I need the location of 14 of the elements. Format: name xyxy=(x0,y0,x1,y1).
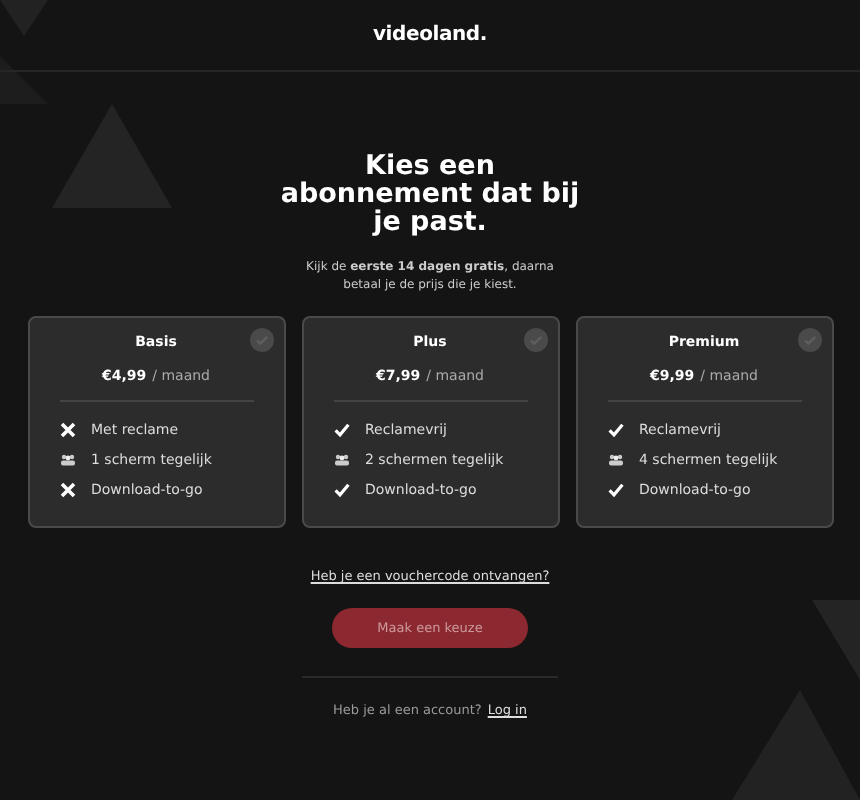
cross-icon xyxy=(59,481,75,497)
check-circle-icon xyxy=(249,328,273,352)
check-icon xyxy=(333,421,349,437)
people-icon xyxy=(333,453,349,465)
check-circle-icon xyxy=(797,328,821,352)
check-icon xyxy=(333,481,349,497)
check-icon xyxy=(607,421,623,437)
check-icon xyxy=(607,481,623,497)
cross-icon xyxy=(59,421,75,437)
page-title: Kies een abonnement dat bij je past. xyxy=(278,152,582,236)
people-icon xyxy=(59,453,75,465)
people-icon xyxy=(607,453,623,465)
logo: videoland. xyxy=(372,24,487,46)
check-circle-icon xyxy=(523,328,547,352)
